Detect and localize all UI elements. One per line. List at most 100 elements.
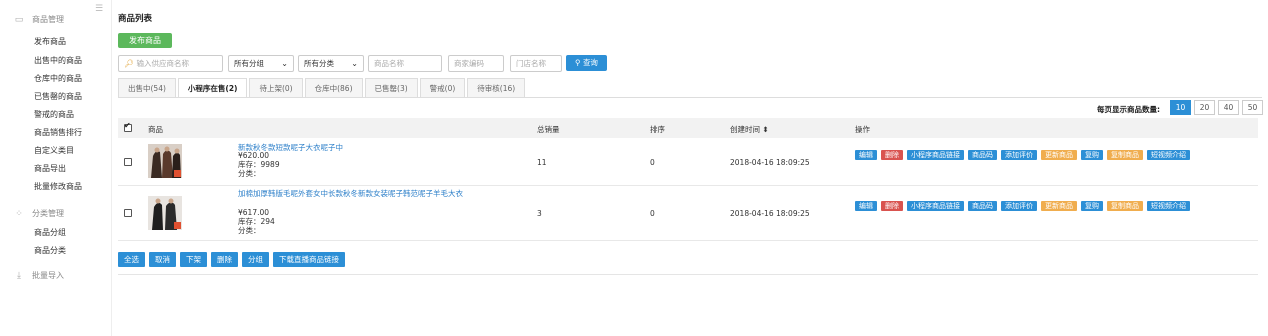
sidebar-item-on-sale[interactable]: 出售中的商品 [34, 55, 82, 66]
tab-miniprogram[interactable]: 小程序在售(2) [177, 78, 248, 98]
column-header-actions: 操作 [855, 125, 870, 134]
goods-code-button[interactable]: 商品码 [968, 150, 997, 160]
column-header-created[interactable]: 创建时间 ⬍ [730, 124, 769, 135]
per-page-option-50[interactable]: 50 [1242, 100, 1263, 115]
search-icon: ⚲ [575, 58, 581, 67]
main-content: 商品列表 发布商品 🔎︎ 输入供应商名称 所有分组 ⌄ 所有分类 ⌄ 商品名称 商家编… [112, 0, 1268, 336]
sidebar-item-custom-category[interactable]: 自定义类目 [34, 145, 74, 156]
select-all-checkbox[interactable] [124, 121, 132, 132]
tab-pending[interactable]: 待上架(0) [249, 78, 303, 97]
sidebar-item-warehouse[interactable]: 仓库中的商品 [34, 73, 82, 84]
tab-review[interactable]: 待审核(16) [467, 78, 526, 97]
unlist-button[interactable]: 下架 [180, 252, 207, 267]
column-header-sort[interactable]: 排序 [650, 124, 665, 135]
table-row: 加棉加厚韩版毛呢外套女中长款秋冬新款女装呢子韩范呢子羊毛大衣 ¥617.00 库… [118, 186, 1258, 241]
table-row: 新款秋冬款短款呢子大衣呢子中 ¥620.00 库存：9989 分类： 11 0 … [118, 138, 1258, 186]
product-created-time: 2018-04-16 18:09:25 [730, 209, 810, 218]
add-review-button[interactable]: 添加评价 [1001, 201, 1037, 211]
sidebar-item-goods-category[interactable]: 商品分类 [34, 245, 66, 256]
product-sales: 11 [537, 158, 547, 167]
product-category: 分类： [238, 169, 261, 178]
category-select[interactable]: 所有分类 ⌄ [298, 55, 364, 72]
product-category: 分类： [238, 226, 261, 235]
cancel-button[interactable]: 取消 [149, 252, 176, 267]
search-icon: 🔎︎ [124, 59, 134, 68]
product-name-link[interactable]: 加棉加厚韩版毛呢外套女中长款秋冬新款女装呢子韩范呢子羊毛大衣 [238, 189, 478, 198]
product-sort: 0 [650, 158, 655, 167]
supplier-search-input[interactable]: 🔎︎ 输入供应商名称 [118, 55, 223, 72]
sidebar-item-goods-group[interactable]: 商品分组 [34, 227, 66, 238]
select-all-button[interactable]: 全选 [118, 252, 145, 267]
sidebar-group-goods[interactable]: ▭ 商品管理 [14, 14, 64, 25]
update-goods-button[interactable]: 更新商品 [1041, 201, 1077, 211]
product-image [148, 196, 182, 230]
update-goods-button[interactable]: 更新商品 [1041, 150, 1077, 160]
miniprogram-link-button[interactable]: 小程序商品链接 [907, 201, 964, 211]
table-header: 商品 总销量 排序 创建时间 ⬍ 操作 [118, 118, 1258, 138]
product-thumbnail[interactable] [148, 196, 182, 230]
sidebar-item-publish[interactable]: 发布商品 [34, 36, 66, 47]
batch-delete-button[interactable]: 删除 [211, 252, 238, 267]
chevron-down-icon: ⌄ [351, 59, 358, 68]
store-name-input[interactable]: 门店名称 [510, 55, 562, 72]
product-price: ¥620.00 [238, 151, 270, 160]
publish-goods-button[interactable]: 发布商品 [118, 33, 172, 48]
sidebar-item-sold-out[interactable]: 已售罄的商品 [34, 91, 82, 102]
menu-collapse-icon[interactable]: ☰ [95, 4, 103, 14]
merchant-code-input[interactable]: 商家编码 [448, 55, 504, 72]
grid-icon: ⁘ [15, 208, 23, 219]
edit-button[interactable]: 编辑 [855, 150, 877, 160]
per-page-option-20[interactable]: 20 [1194, 100, 1215, 115]
copy-goods-button[interactable]: 复制商品 [1107, 201, 1143, 211]
tab-on-sale[interactable]: 出售中(54) [118, 78, 176, 97]
sidebar-group-label: 商品管理 [32, 15, 64, 24]
video-intro-button[interactable]: 短视频介绍 [1147, 201, 1190, 211]
query-button[interactable]: ⚲ 查询 [566, 55, 607, 71]
per-page-option-10[interactable]: 10 [1170, 100, 1191, 115]
tab-sold-out[interactable]: 已售罄(3) [364, 78, 418, 97]
product-sales: 3 [537, 209, 542, 218]
goods-code-button[interactable]: 商品码 [968, 201, 997, 211]
sidebar-item-sales-rank[interactable]: 商品销售排行 [34, 127, 82, 138]
delete-button[interactable]: 删除 [881, 201, 903, 211]
add-review-button[interactable]: 添加评价 [1001, 150, 1037, 160]
product-created-time: 2018-04-16 18:09:25 [730, 158, 810, 167]
tab-alert[interactable]: 警戒(0) [419, 78, 466, 97]
row-actions: 编辑 删除 小程序商品链接 商品码 添加评价 更新商品 复购 复制商品 短视频介… [855, 150, 1225, 160]
miniprogram-link-button[interactable]: 小程序商品链接 [907, 150, 964, 160]
column-header-sales[interactable]: 总销量 [537, 124, 560, 135]
delete-button[interactable]: 删除 [881, 150, 903, 160]
row-checkbox[interactable] [124, 209, 132, 217]
column-header-product: 商品 [148, 125, 163, 134]
tab-warehouse[interactable]: 仓库中(86) [304, 78, 363, 97]
download-live-link-button[interactable]: 下载直播商品链接 [273, 252, 345, 267]
per-page-label: 每页显示商品数量: [1097, 105, 1160, 114]
package-icon: ▭ [14, 14, 24, 25]
copy-goods-button[interactable]: 复制商品 [1107, 150, 1143, 160]
product-price: ¥617.00 [238, 208, 270, 217]
video-intro-button[interactable]: 短视频介绍 [1147, 150, 1190, 160]
per-page-option-40[interactable]: 40 [1218, 100, 1239, 115]
product-stock: 库存：294 [238, 217, 275, 226]
group-button[interactable]: 分组 [242, 252, 269, 267]
sidebar-group-import[interactable]: ⤓ 批量导入 [14, 270, 64, 281]
edit-button[interactable]: 编辑 [855, 201, 877, 211]
divider [118, 274, 1258, 275]
product-stock: 库存：9989 [238, 160, 280, 169]
product-sort: 0 [650, 209, 655, 218]
goods-name-input[interactable]: 商品名称 [368, 55, 442, 72]
status-tabs: 出售中(54) 小程序在售(2) 待上架(0) 仓库中(86) 已售罄(3) 警… [118, 78, 527, 98]
repurchase-button[interactable]: 复购 [1081, 201, 1103, 211]
sidebar-item-batch-edit[interactable]: 批量修改商品 [34, 181, 82, 192]
row-actions: 编辑 删除 小程序商品链接 商品码 添加评价 更新商品 复购 复制商品 短视频介… [855, 201, 1225, 211]
repurchase-button[interactable]: 复购 [1081, 150, 1103, 160]
product-name-link[interactable]: 新款秋冬款短款呢子大衣呢子中 [238, 143, 478, 152]
sidebar-group-category[interactable]: ⁘ 分类管理 [14, 208, 64, 219]
row-checkbox[interactable] [124, 158, 132, 166]
sidebar-item-export[interactable]: 商品导出 [34, 163, 66, 174]
sidebar-item-alert[interactable]: 警戒的商品 [34, 109, 74, 120]
sidebar-group-label: 批量导入 [32, 271, 64, 280]
product-thumbnail[interactable] [148, 144, 182, 178]
group-select[interactable]: 所有分组 ⌄ [228, 55, 294, 72]
batch-action-bar: 全选 取消 下架 删除 分组 下载直播商品链接 [118, 252, 345, 267]
